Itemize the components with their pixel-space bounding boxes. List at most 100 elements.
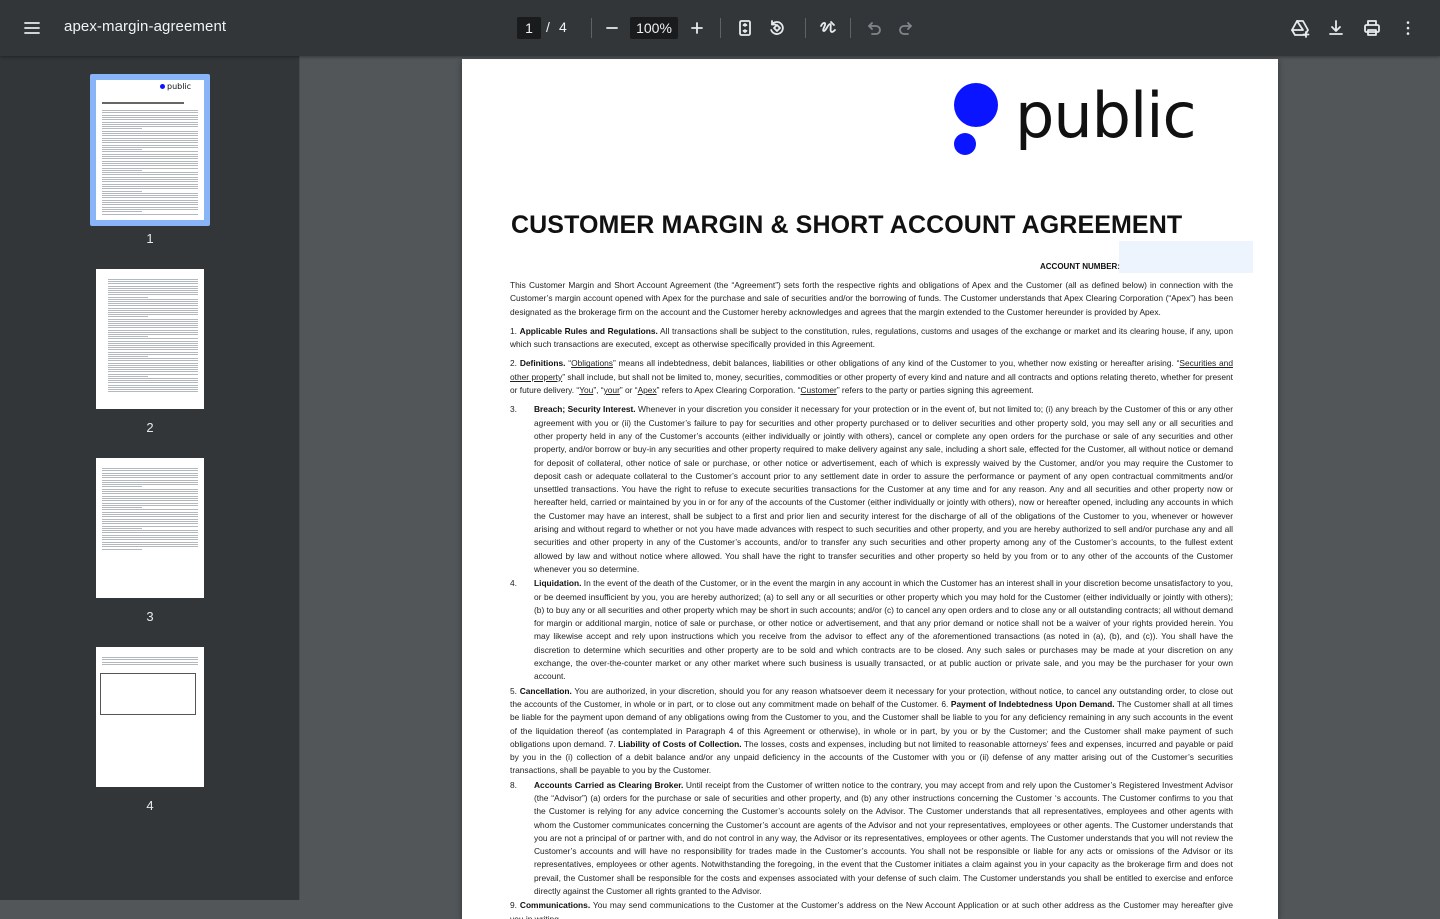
thumbnail-text-line <box>108 279 198 280</box>
thumbnail-text-line <box>108 331 198 333</box>
logo-text: public <box>1015 79 1197 152</box>
thumbnail-text-line <box>108 347 198 349</box>
thumbnail-text-line <box>102 110 198 111</box>
thumbnail-text-line <box>102 477 198 479</box>
thumbnail-text-line <box>102 162 198 164</box>
thumbnail-text-line <box>108 334 198 335</box>
zoom-input[interactable]: 100% <box>630 17 678 39</box>
redo-icon <box>899 22 912 35</box>
thumbnail-text-line <box>108 336 148 338</box>
thumbnail-text-line <box>108 382 198 384</box>
thumbnail-text-line <box>102 197 198 199</box>
thumbnail-text-line <box>102 534 198 536</box>
fit-page-button[interactable] <box>729 12 761 44</box>
thumbnail-text-line <box>102 502 198 504</box>
section-text: ” refers to Apex Clearing Corporation. “ <box>656 385 801 396</box>
undo-button[interactable] <box>858 12 890 44</box>
rotate-button[interactable] <box>761 12 793 44</box>
thumbnail-label: 4 <box>146 798 154 813</box>
defined-term: You <box>579 385 594 396</box>
thumbnail-text-line <box>102 468 198 469</box>
thumbnail-text-line <box>102 546 198 548</box>
document-title: apex-margin-agreement <box>64 18 227 35</box>
thumbnail-text-line <box>102 659 198 661</box>
thumbnail-text-line <box>102 130 198 132</box>
thumbnail-text-line <box>102 156 198 157</box>
thumbnail-text-line <box>108 307 198 309</box>
defined-term: Apex <box>637 385 657 396</box>
thumbnail-logo-text: public <box>167 82 192 91</box>
print-icon <box>1364 20 1380 36</box>
thumbnail-text-line <box>108 384 198 386</box>
section-heading: Payment of Indebtedness Upon Demand. <box>950 698 1115 709</box>
section-number: 8. <box>510 779 517 790</box>
thumbnail-text-line <box>108 351 198 353</box>
section-number: 4. <box>510 578 517 589</box>
rotate-icon <box>770 20 784 35</box>
thumbnail-label: 3 <box>146 609 154 624</box>
pdf-toolbar: apex-margin-agreement 1 / 4 100% <box>0 0 1440 56</box>
thumbnail-text-line <box>102 199 198 201</box>
thumbnail-text-line <box>108 329 198 331</box>
thumbnail-text-line <box>102 128 142 130</box>
thumbnail-text-line <box>102 153 198 155</box>
annotate-button[interactable] <box>812 12 844 44</box>
thumbnail-text-line <box>102 491 198 492</box>
section-8: 8. Accounts Carried as Clearing Broker. U… <box>510 779 1233 899</box>
defined-term: your <box>603 385 620 396</box>
section-number: 2. <box>510 358 517 369</box>
thumbnail-text-line <box>108 283 198 285</box>
thumbnail-text-line <box>102 525 198 527</box>
section-heading: Applicable Rules and Regulations. <box>519 325 658 336</box>
thumbnail-text-line <box>108 338 198 340</box>
redo-button[interactable] <box>890 12 922 44</box>
thumbnail-text-line <box>108 325 198 327</box>
fit-page-icon <box>739 20 751 36</box>
print-button[interactable] <box>1356 12 1388 44</box>
thumbnail-text-line <box>102 211 142 213</box>
zoom-out-button[interactable] <box>596 12 628 44</box>
page-separator: / <box>546 19 550 35</box>
thumbnail-text-line <box>102 661 198 663</box>
thumbnail-text-line <box>102 516 198 518</box>
thumbnail-logo-dot <box>160 84 165 89</box>
toolbar-divider <box>720 18 721 38</box>
thumbnail-text-line <box>102 504 198 506</box>
more-options-button[interactable] <box>1392 12 1424 44</box>
thumbnail-text-line <box>108 389 198 390</box>
thumbnail-text-line <box>102 188 198 190</box>
thumbnail-text-line <box>102 539 198 541</box>
thumbnail-text-line <box>102 123 198 125</box>
thumbnail-image: public <box>96 80 204 220</box>
thumbnail-text-line <box>102 548 142 550</box>
thumbnail-text-line <box>108 294 198 296</box>
defined-term: Obligations <box>571 358 613 369</box>
thumbnail-text-line <box>102 133 198 134</box>
menu-icon[interactable] <box>16 12 48 44</box>
section-text: In the event of the death of the Custome… <box>534 578 1233 682</box>
thumbnail-text-line <box>108 373 198 375</box>
page-number-input[interactable]: 1 <box>517 17 541 39</box>
annotate-icon <box>820 21 836 33</box>
thumbnail-text-line <box>102 112 198 114</box>
thumbnail-text-line <box>108 391 198 393</box>
thumbnail-text-line <box>102 518 198 520</box>
thumbnail-text-line <box>108 367 198 368</box>
thumbnail-text-line <box>102 537 198 538</box>
save-to-drive-button[interactable] <box>1284 12 1316 44</box>
download-button[interactable] <box>1320 12 1352 44</box>
account-number-field[interactable] <box>1119 241 1253 273</box>
thumbnail-text-line <box>108 371 198 373</box>
thumbnail-table-box <box>100 673 196 715</box>
thumbnail-text-line <box>108 356 148 357</box>
zoom-in-button[interactable] <box>681 12 713 44</box>
thumbnail-text-line <box>108 349 198 351</box>
thumbnail-image <box>96 458 204 598</box>
intro-paragraph: This Customer Margin and Short Account A… <box>510 280 1233 317</box>
thumbnail-text-line <box>102 172 198 174</box>
thumbnail-text-line <box>102 160 198 162</box>
section-text: Whenever in your discretion you consider… <box>534 404 1233 574</box>
thumbnail-text-line <box>102 149 142 151</box>
thumbnail-text-line <box>108 375 148 377</box>
thumbnail-text-line <box>108 303 198 305</box>
